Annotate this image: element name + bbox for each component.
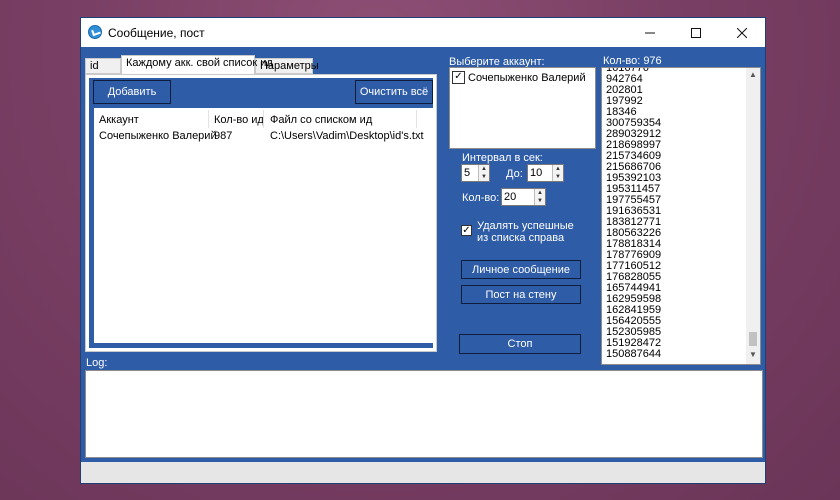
tab-label: Каждому акк. свой список ид	[126, 57, 273, 69]
cell-count: 987	[214, 130, 233, 142]
ids-count-label: Кол-во: 976	[603, 55, 662, 67]
maximize-button[interactable]	[673, 18, 719, 47]
ids-scrollbar[interactable]: ▲ ▼	[746, 68, 760, 364]
title-bar[interactable]: Сообщение, пост	[81, 18, 765, 47]
maximize-icon	[691, 27, 701, 38]
main-window: Сообщение, пост id Каждому акк. свой спи…	[80, 17, 766, 484]
column-separator	[208, 110, 209, 128]
column-separator	[416, 110, 417, 128]
chevron-down-icon[interactable]: ▼	[553, 173, 563, 181]
clear-all-button[interactable]: Очистить всё	[355, 80, 433, 104]
stepper-buttons[interactable]: ▲ ▼	[534, 189, 545, 205]
tab-id[interactable]: id	[85, 58, 121, 74]
column-header-count[interactable]: Кол-во ид	[214, 114, 264, 126]
chevron-up-icon[interactable]: ▲	[535, 189, 545, 197]
tab-label: id	[90, 60, 99, 72]
log-textbox[interactable]	[85, 370, 763, 458]
chevron-up-icon[interactable]: ▲	[479, 165, 489, 173]
cell-account: Сочепыженко Валерий	[99, 130, 217, 142]
interval-from-stepper[interactable]: 5 ▲ ▼	[461, 164, 490, 182]
scroll-up-icon[interactable]: ▲	[746, 70, 760, 80]
cell-file: C:\Users\Vadim\Desktop\id's.txt	[270, 130, 424, 142]
close-icon	[737, 27, 747, 38]
delete-label-line2: из списка справа	[477, 232, 565, 244]
add-button[interactable]: Добавить	[93, 80, 171, 104]
delete-successful-checkbox[interactable]: ✓	[461, 225, 472, 236]
delete-label-line1: Удалять успешные	[477, 220, 574, 232]
minimize-button[interactable]	[627, 18, 673, 47]
column-header-account[interactable]: Аккаунт	[99, 114, 139, 126]
stepper-buttons[interactable]: ▲ ▼	[478, 165, 489, 181]
interval-to-stepper[interactable]: 10 ▲ ▼	[527, 164, 564, 182]
count-value: 20	[504, 191, 517, 203]
scroll-down-icon[interactable]: ▼	[746, 350, 760, 360]
chevron-down-icon[interactable]: ▼	[479, 173, 489, 181]
interval-from-value: 5	[464, 167, 471, 179]
window-title: Сообщение, пост	[108, 26, 205, 40]
accounts-table[interactable]: Аккаунт Кол-во ид Файл со списком ид Соч…	[94, 108, 433, 343]
stop-button[interactable]: Стоп	[459, 334, 581, 354]
scroll-thumb[interactable]	[749, 332, 757, 346]
table-row[interactable]: Сочепыженко Валерий 987 C:\Users\Vadim\D…	[94, 128, 433, 144]
count-label: Кол-во:	[462, 192, 500, 204]
interval-to-value: 10	[530, 167, 543, 179]
chevron-up-icon[interactable]: ▲	[553, 165, 563, 173]
tab-individual-lists[interactable]: Каждому акк. свой список ид	[121, 55, 273, 74]
ids-list[interactable]: 1616776 942764 202801 197992 18346 30075…	[601, 67, 761, 365]
count-stepper[interactable]: 20 ▲ ▼	[501, 188, 546, 206]
close-button[interactable]	[719, 18, 765, 47]
app-icon	[88, 25, 102, 39]
check-icon[interactable]: ✓	[452, 71, 465, 84]
interval-to-label: До:	[506, 168, 523, 180]
status-bar	[81, 462, 765, 483]
interval-label: Интервал в сек:	[462, 152, 543, 164]
column-header-file[interactable]: Файл со списком ид	[270, 114, 372, 126]
private-message-button[interactable]: Личное сообщение	[461, 260, 581, 279]
column-separator	[263, 110, 264, 128]
account-checklist[interactable]: ✓ Сочепыженко Валерий	[449, 67, 596, 149]
minimize-icon	[645, 32, 655, 33]
account-checklist-item[interactable]: ✓ Сочепыженко Валерий	[452, 71, 586, 84]
account-name: Сочепыженко Валерий	[468, 71, 586, 84]
list-item[interactable]: 150887644	[606, 349, 661, 360]
delete-successful-label: Удалять успешные из списка справа	[477, 220, 574, 244]
log-label: Log:	[86, 357, 108, 369]
stepper-buttons[interactable]: ▲ ▼	[552, 165, 563, 181]
chevron-down-icon[interactable]: ▼	[535, 197, 545, 205]
wall-post-button[interactable]: Пост на стену	[461, 285, 581, 304]
